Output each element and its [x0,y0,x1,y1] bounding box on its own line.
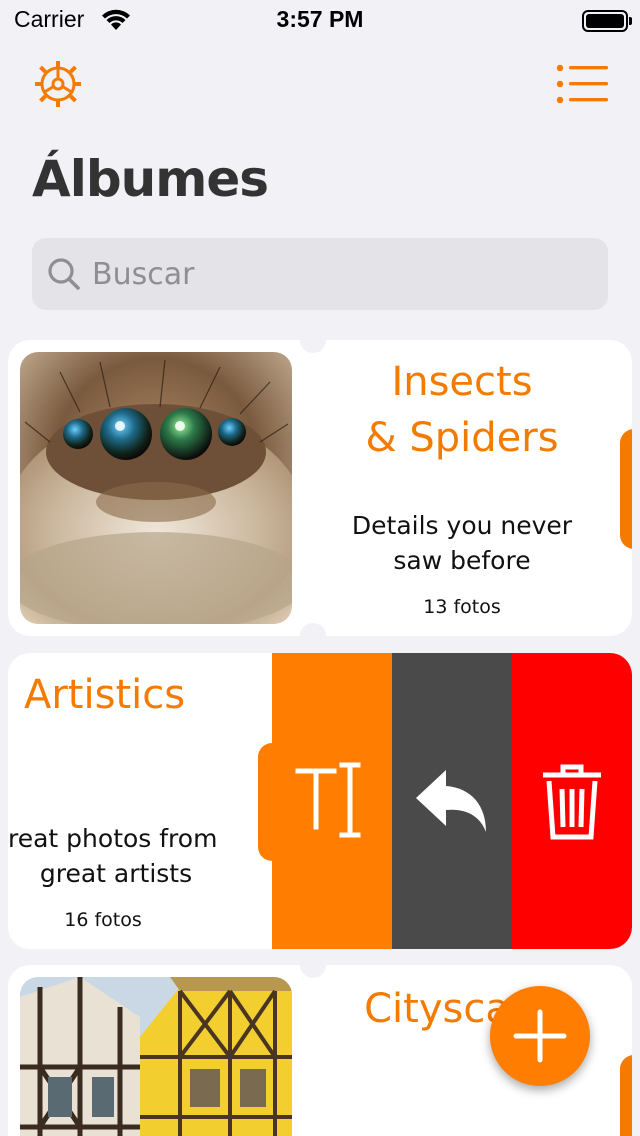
rename-button[interactable] [272,653,392,949]
album-title: Insects & Spiders [365,359,559,461]
add-album-button[interactable] [490,986,590,1086]
album-photo-count: 16 fotos [64,909,142,931]
text-cursor-icon [295,762,361,838]
search-bar[interactable] [32,238,608,310]
album-card[interactable]: Insects & Spiders Details you never saw … [8,340,632,636]
album-description: Details you never saw before [351,511,573,575]
plus-icon [513,1009,567,1063]
card-notch [300,623,326,636]
album-description: reat photos from great artists [8,824,218,888]
card-notch [300,965,326,978]
search-input[interactable] [92,238,592,310]
album-thumbnail-spider [20,352,292,624]
share-button[interactable] [392,653,512,949]
album-thumbnail-cityscape [20,977,292,1136]
page-title: Álbumes [32,150,269,208]
reply-icon [416,770,486,832]
search-icon [48,258,80,290]
card-notch [300,340,326,353]
card-edge-tab [620,429,632,549]
album-title: Artistics [24,672,186,718]
swipe-actions [272,653,632,949]
delete-button[interactable] [512,653,632,949]
album-photo-count: 13 fotos [423,596,501,618]
battery-icon [582,10,632,32]
status-bar: Carrier 3:57 PM [0,0,640,40]
trash-icon [543,764,601,840]
card-edge-tab [620,1055,632,1136]
gear-icon[interactable] [32,58,84,110]
list-icon[interactable] [556,62,608,106]
clock: 3:57 PM [276,6,364,32]
